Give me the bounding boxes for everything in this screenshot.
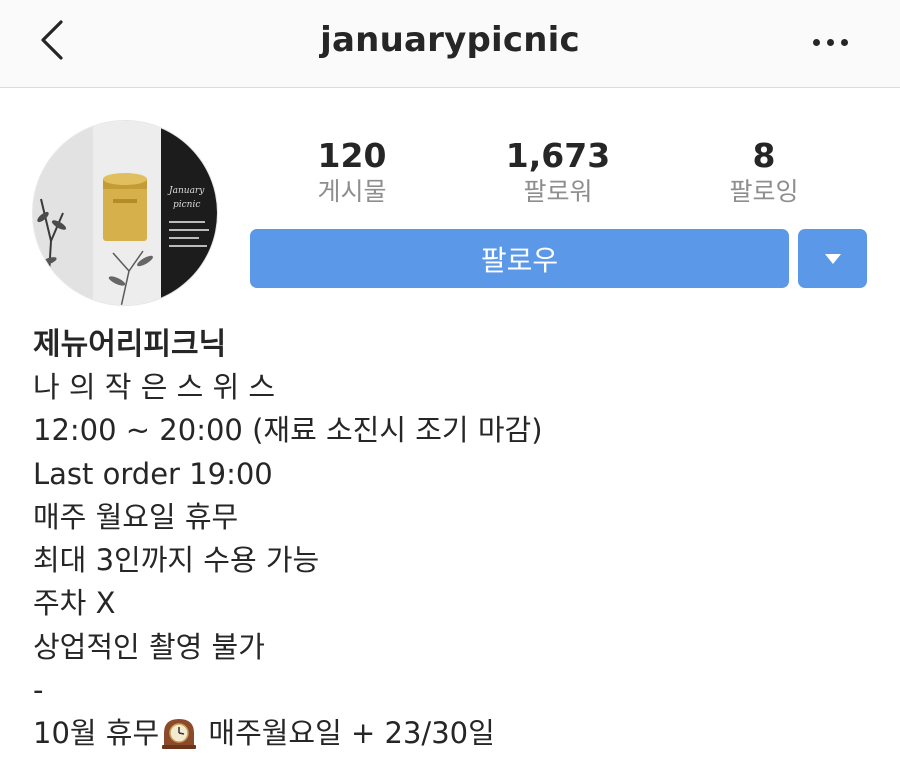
following-count-value: 8 bbox=[752, 136, 776, 175]
bio-line: 상업적인 촬영 불가 bbox=[33, 629, 265, 664]
svg-text:January: January bbox=[167, 186, 205, 196]
mantelpiece-clock-icon bbox=[162, 719, 197, 750]
bio-line: 최대 3인까지 수용 가능 bbox=[33, 543, 320, 578]
bio-line: 주차 X bbox=[33, 586, 116, 621]
profile-photo-icon: January picnic bbox=[33, 121, 217, 305]
page-title: januarypicnic bbox=[320, 20, 580, 60]
more-options-button[interactable] bbox=[800, 22, 860, 62]
more-dot-icon bbox=[826, 38, 834, 46]
followers-count[interactable]: 1,673 팔로워 bbox=[468, 136, 648, 208]
follow-button[interactable]: 팔로우 bbox=[250, 229, 789, 288]
following-count[interactable]: 8 팔로잉 bbox=[674, 136, 854, 208]
bio-line-text: 매주월요일 + 23/30일 bbox=[199, 716, 495, 751]
more-dot-icon bbox=[812, 38, 820, 46]
bio-line: - bbox=[33, 673, 44, 708]
followers-count-label: 팔로워 bbox=[523, 177, 593, 206]
bio-line: 매주 월요일 휴무 bbox=[33, 499, 239, 534]
posts-count-label: 게시물 bbox=[317, 177, 387, 206]
suggestions-dropdown-button[interactable] bbox=[798, 229, 867, 288]
posts-count[interactable]: 120 게시물 bbox=[262, 136, 442, 208]
bio-line: 나 의 작 은 스 위 스 bbox=[33, 370, 276, 404]
profile-display-name: 제뉴어리피크닉 bbox=[33, 327, 227, 362]
posts-count-value: 120 bbox=[317, 136, 387, 175]
following-count-label: 팔로잉 bbox=[729, 177, 799, 206]
top-nav-bar: januarypicnic bbox=[0, 0, 900, 88]
svg-text:picnic: picnic bbox=[173, 200, 200, 210]
bio-line: Last order 19:00 bbox=[33, 456, 273, 491]
bio-line-closing: 10월 휴무 매주월요일 + 23/30일 bbox=[33, 712, 883, 755]
avatar[interactable]: January picnic bbox=[32, 120, 218, 306]
bio-line: 12:00 ~ 20:00 (재료 소진시 조기 마감) bbox=[33, 413, 543, 448]
followers-count-value: 1,673 bbox=[505, 136, 611, 175]
triangle-down-icon bbox=[824, 253, 841, 264]
bio-line-text: 10월 휴무 bbox=[33, 716, 160, 751]
profile-bio: 제뉴어리피크닉 나 의 작 은 스 위 스 12:00 ~ 20:00 (재료 … bbox=[33, 324, 883, 756]
more-dot-icon bbox=[840, 38, 848, 46]
